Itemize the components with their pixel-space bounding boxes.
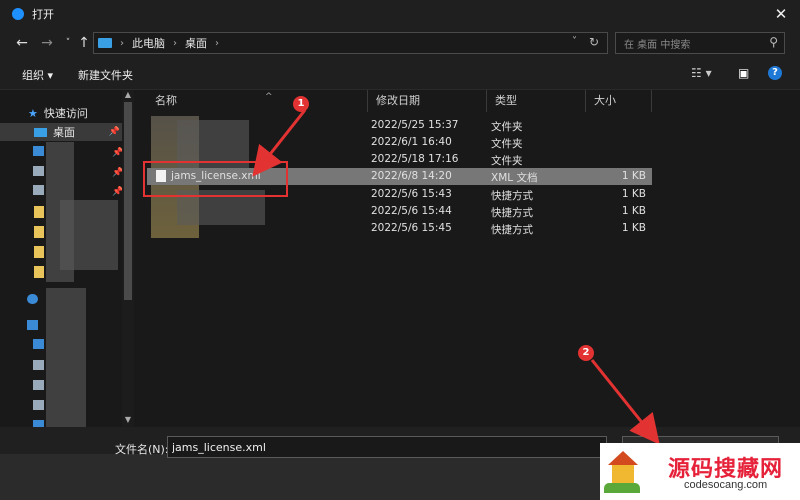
watermark-url: codesocang.com [684,479,768,491]
house-body [612,465,634,483]
annotation-arrows [252,109,660,445]
watermark: 源码搜藏网 codesocang.com [600,443,800,500]
grass-decoration [604,483,640,493]
annotation-arrow-2 [590,359,660,445]
annotation-arrow-1 [252,109,307,177]
house-icon [608,451,638,465]
